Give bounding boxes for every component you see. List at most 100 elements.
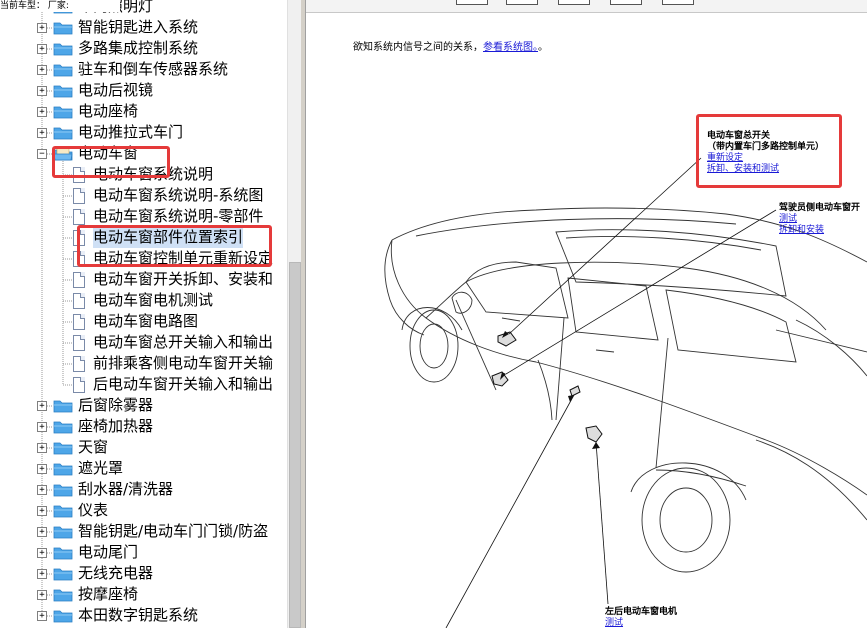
beltline — [425, 261, 827, 331]
side-mirror — [451, 291, 473, 314]
tree-folder-item[interactable]: − 电动车窗 — [0, 143, 287, 164]
expand-icon[interactable]: + — [37, 485, 47, 495]
tree-item-label: 电动车窗开关拆卸、安装和 — [93, 270, 274, 288]
driver-switch-test-link[interactable]: 测试 — [779, 214, 860, 225]
tree-folder-item[interactable]: + 天窗 — [0, 437, 287, 458]
tree-leaf-item[interactable]: 电动车窗系统说明-系统图 — [0, 185, 287, 206]
tree-leaf-item[interactable]: 电动车窗部件位置索引 — [0, 227, 287, 248]
folder-icon — [53, 64, 73, 77]
tree-item-label: 遮光罩 — [78, 459, 124, 477]
tree-folder-item[interactable]: + 电动尾门 — [0, 542, 287, 563]
tree-folder-item[interactable]: + 驻车和倒车传感器系统 — [0, 59, 287, 80]
tree-item-label: 电动车窗系统说明 — [93, 165, 214, 183]
tree-item-label: 本田数字钥匙系统 — [78, 606, 199, 624]
tree-leaf-item[interactable]: 前排乘客侧电动车窗开关输 — [0, 353, 287, 374]
tree-folder-item[interactable]: + 无线充电器 — [0, 563, 287, 584]
leader-rear-motor — [595, 441, 609, 605]
tree-item-label: 按摩座椅 — [78, 585, 139, 603]
folder-icon — [53, 106, 73, 119]
expand-icon[interactable]: + — [37, 44, 47, 54]
expand-icon[interactable]: + — [37, 590, 47, 600]
expand-icon[interactable]: + — [37, 65, 47, 75]
folder-icon — [53, 421, 73, 434]
tree-folder-item[interactable]: + 多路集成控制系统 — [0, 38, 287, 59]
tree-item-label: 电动车窗部件位置索引 — [93, 227, 244, 248]
expand-icon[interactable]: + — [37, 107, 47, 117]
tree-item-label: 电动后视镜 — [78, 81, 154, 99]
expand-icon[interactable]: + — [37, 443, 47, 453]
tree-item-label: 前排乘客侧电动车窗开关输 — [93, 354, 274, 372]
tree-leaf-item[interactable]: 后电动车窗开关输入和输出 — [0, 374, 287, 395]
expand-icon[interactable]: + — [37, 464, 47, 474]
sliding-door-track — [655, 469, 747, 487]
expand-icon[interactable]: + — [37, 86, 47, 96]
tree-scrollbar[interactable] — [287, 0, 302, 628]
driver-switch-remove-install-link[interactable]: 拆卸和安装 — [779, 225, 860, 236]
navigation-tree-pane: 当前车型： 厂家: +车内照明灯+智能钥匙进入系统+多路集成控制系统+驻车和倒车… — [0, 0, 287, 628]
tree-folder-item[interactable]: + 电动座椅 — [0, 101, 287, 122]
tree-item-label: 电动车窗系统说明-零部件 — [93, 207, 264, 225]
expand-icon[interactable]: + — [37, 527, 47, 537]
open-folder-icon — [53, 147, 73, 161]
tree-item-label: 电动尾门 — [78, 543, 139, 561]
master-switch-title: 电动车窗总开关 — [707, 131, 771, 141]
tree-folder-item[interactable]: + 后窗除雾器 — [0, 395, 287, 416]
tree-leaf-item[interactable]: 电动车窗系统说明-零部件 — [0, 206, 287, 227]
tree-leaf-item[interactable]: 电动车窗系统说明 — [0, 164, 287, 185]
expand-icon[interactable]: + — [37, 422, 47, 432]
tree-folder-item[interactable]: + 座椅加热器 — [0, 416, 287, 437]
collapse-icon[interactable]: − — [37, 149, 47, 159]
folder-icon — [53, 442, 73, 455]
document-icon — [73, 209, 85, 225]
maker-label: 厂家: — [47, 1, 69, 11]
tree-leaf-item[interactable]: 电动车窗总开关输入和输出 — [0, 332, 287, 353]
expand-icon[interactable]: + — [37, 611, 47, 621]
master-switch-remove-install-test-link[interactable]: 拆卸、安装和测试 — [707, 164, 824, 175]
document-icon — [73, 272, 85, 288]
tree-folder-item[interactable]: + 刮水器/清洗器 — [0, 479, 287, 500]
tree-item-label: 天窗 — [78, 438, 109, 456]
rear-quarter — [755, 439, 867, 521]
vehicle-label: 当前车型： — [0, 1, 46, 11]
scrollbar-thumb[interactable] — [289, 262, 301, 628]
leader-driver-switch — [505, 209, 777, 375]
folder-icon — [53, 85, 73, 98]
tree-folder-item[interactable]: + 本田数字钥匙系统 — [0, 605, 287, 626]
rear-window — [665, 289, 797, 363]
tree-item-label: 智能钥匙/电动车门门锁/防盗 — [78, 522, 269, 540]
b-pillar-line — [537, 359, 553, 421]
expand-icon[interactable]: + — [37, 569, 47, 579]
tree-folder-item[interactable]: + 仪表 — [0, 500, 287, 521]
tree-item-label: 电动车窗电机测试 — [93, 291, 214, 309]
document-icon — [73, 230, 85, 246]
master-switch-reset-link[interactable]: 重新设定 — [707, 153, 824, 164]
folder-icon — [53, 526, 73, 539]
tree-folder-item[interactable]: + 电动后视镜 — [0, 80, 287, 101]
tree-item-label: 电动车窗电路图 — [93, 312, 199, 330]
tree-item-label: 后窗除雾器 — [78, 396, 154, 414]
folder-icon — [53, 610, 73, 623]
rear-roof-edge — [775, 329, 867, 353]
tree-folder-item[interactable]: + 遮光罩 — [0, 458, 287, 479]
expand-icon[interactable]: + — [37, 401, 47, 411]
tree-folder-item[interactable]: + 电动推拉式车门 — [0, 122, 287, 143]
tree-leaf-item[interactable]: 电动车窗控制单元重新设定 — [0, 248, 287, 269]
expand-icon[interactable]: + — [37, 23, 47, 33]
tree-leaf-item[interactable]: 电动车窗电机测试 — [0, 290, 287, 311]
expand-icon[interactable]: + — [37, 548, 47, 558]
folder-icon — [53, 505, 73, 518]
folder-icon — [53, 463, 73, 476]
tree-folder-item[interactable]: + 按摩座椅 — [0, 584, 287, 605]
tree-folder-item[interactable]: + 智能钥匙/电动车门门锁/防盗 — [0, 521, 287, 542]
document-icon — [73, 377, 85, 393]
tree-item-label: 电动车窗控制单元重新设定 — [93, 249, 274, 267]
tree-leaf-item[interactable]: 电动车窗电路图 — [0, 311, 287, 332]
leader-master-switch — [508, 157, 702, 335]
tree-leaf-item[interactable]: 电动车窗开关拆卸、安装和 — [0, 269, 287, 290]
expand-icon[interactable]: + — [37, 506, 47, 516]
rear-wheel-outer — [641, 467, 731, 573]
expand-icon[interactable]: + — [37, 128, 47, 138]
tree-folder-item[interactable]: + 智能钥匙进入系统 — [0, 17, 287, 38]
rear-left-motor-test-link[interactable]: 测试 — [605, 618, 677, 628]
document-icon — [73, 293, 85, 309]
